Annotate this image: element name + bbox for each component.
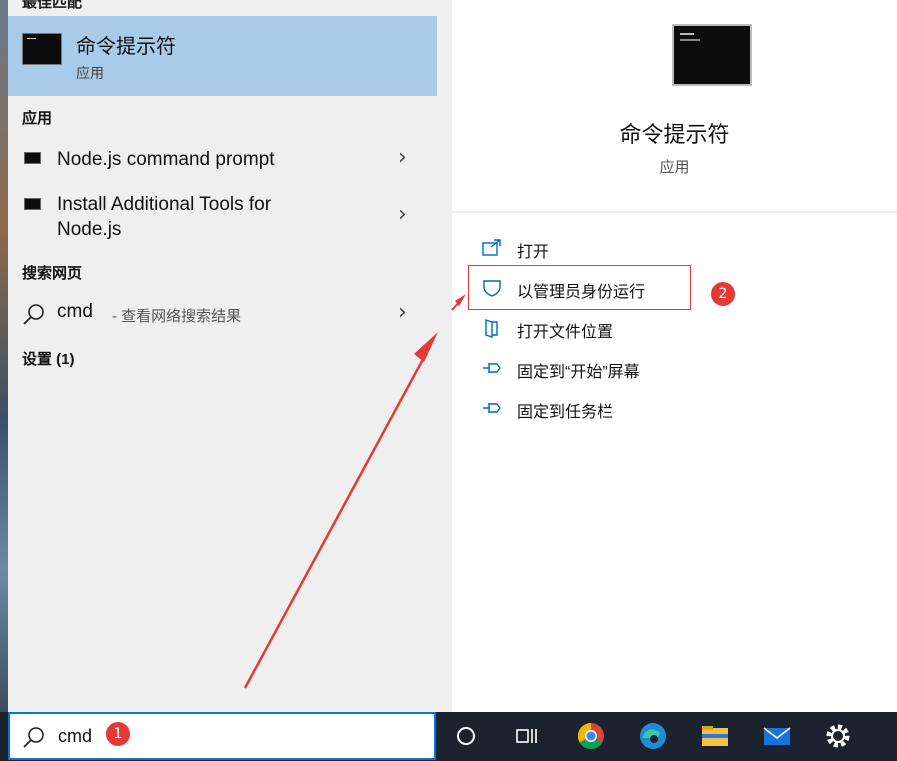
chevron-right-icon[interactable]: ›	[398, 145, 407, 170]
best-match-item[interactable]: 命令提示符 应用	[8, 16, 437, 96]
divider	[452, 211, 897, 213]
web-search-query[interactable]: cmd	[57, 301, 93, 323]
action-pin-to-start[interactable]: 固定到“开始”屏幕	[482, 354, 842, 384]
annotation-badge-1: 1	[106, 722, 130, 746]
app-label: Node.js command prompt	[57, 149, 275, 170]
settings-icon[interactable]	[822, 720, 854, 752]
taskbar-search-box[interactable]: cmd 1	[8, 712, 436, 760]
command-prompt-icon	[24, 198, 41, 210]
web-search-suffix: - 查看网络搜索结果	[112, 308, 242, 325]
pin-icon	[483, 363, 501, 373]
app-label-line2: Node.js	[57, 219, 122, 240]
task-view-icon[interactable]	[510, 720, 542, 752]
open-icon	[482, 239, 501, 256]
desktop-wallpaper	[0, 0, 8, 761]
section-header-web: 搜索网页	[22, 265, 83, 282]
annotation-highlight-box	[468, 265, 691, 310]
app-label-line1: Install Additional Tools for	[57, 194, 272, 215]
mail-icon[interactable]	[761, 720, 793, 752]
action-label: 打开	[517, 244, 550, 261]
search-icon	[23, 304, 44, 325]
best-match-title: 命令提示符	[76, 36, 176, 58]
list-item-nodejs-command-prompt[interactable]: Node.js command prompt ›	[8, 145, 437, 175]
pin-icon	[483, 403, 501, 413]
section-header-best-match: 最佳匹配	[22, 0, 83, 11]
chrome-icon[interactable]	[575, 720, 607, 752]
chevron-right-icon[interactable]: ›	[398, 300, 407, 325]
detail-title: 命令提示符	[619, 122, 730, 147]
search-results-panel: 最佳匹配 命令提示符 应用 应用 Node.js command prompt …	[8, 0, 452, 712]
cortana-icon[interactable]	[450, 720, 482, 752]
search-input[interactable]: cmd	[58, 726, 92, 747]
taskbar: cmd 1	[0, 712, 897, 761]
edge-icon[interactable]	[637, 720, 669, 752]
section-header-settings[interactable]: 设置 (1)	[22, 348, 75, 369]
best-match-subtitle: 应用	[76, 65, 104, 81]
action-label: 打开文件位置	[517, 324, 614, 341]
action-label: 固定到任务栏	[517, 404, 614, 421]
command-prompt-icon	[22, 33, 62, 65]
list-item-nodejs-install-tools[interactable]: Install Additional Tools for Node.js ›	[8, 190, 437, 242]
command-prompt-icon	[24, 152, 41, 164]
detail-subtitle: 应用	[659, 159, 690, 176]
action-pin-to-taskbar[interactable]: 固定到任务栏	[482, 394, 842, 424]
action-open-file-location[interactable]: 打开文件位置	[482, 314, 842, 344]
app-detail-panel: 命令提示符 应用 打开 以管理员身份运行 打开文件位置 固定到“开始”屏幕 固定…	[452, 0, 897, 712]
section-header-apps: 应用	[22, 110, 53, 127]
file-location-icon	[485, 319, 498, 338]
chevron-right-icon[interactable]: ›	[398, 202, 407, 227]
file-explorer-icon[interactable]	[699, 720, 731, 752]
command-prompt-icon	[672, 24, 752, 86]
action-label: 固定到“开始”屏幕	[517, 364, 640, 381]
annotation-badge-2: 2	[711, 282, 735, 306]
search-icon	[23, 727, 44, 748]
action-open[interactable]: 打开	[482, 234, 842, 264]
